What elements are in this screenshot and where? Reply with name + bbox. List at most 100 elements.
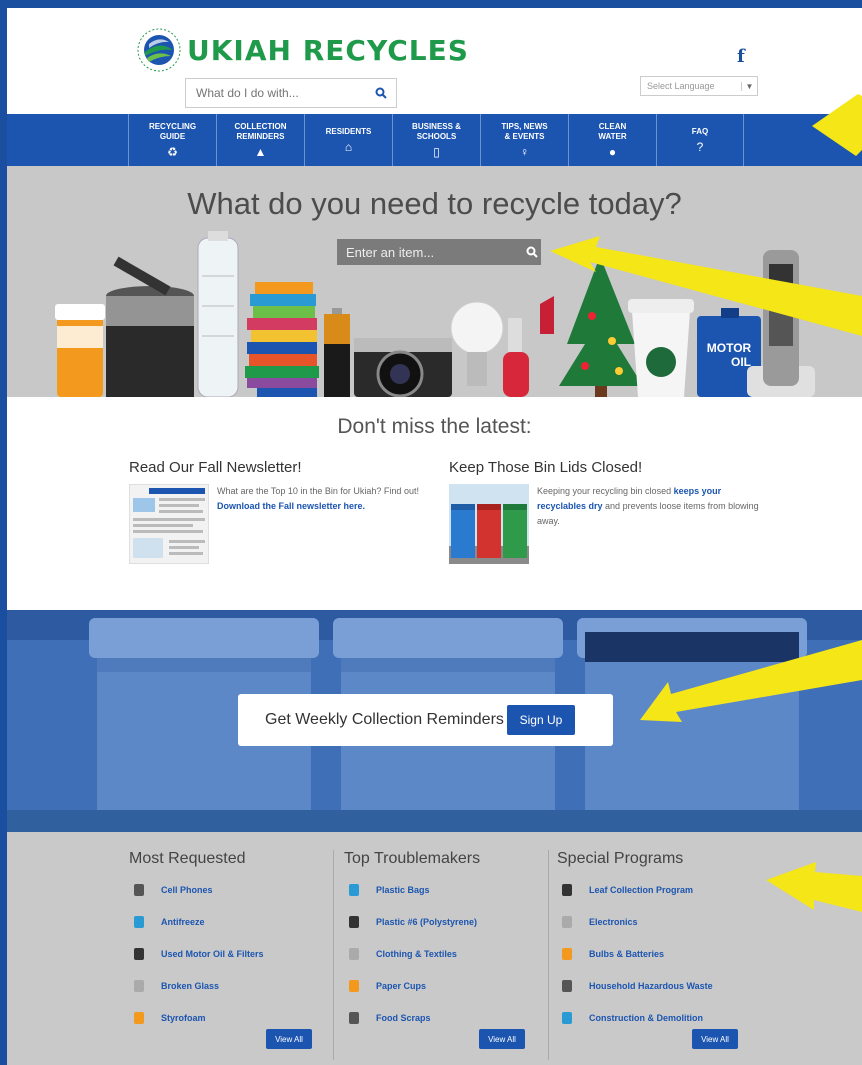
nav-label: COLLECTION REMINDERS: [234, 122, 287, 141]
news-card-bin-lids: Keep Those Bin Lids Closed! Keeping your…: [449, 459, 769, 564]
list-item-label[interactable]: Construction & Demolition: [589, 1013, 703, 1023]
list-item[interactable]: Antifreeze: [129, 906, 334, 938]
newsletter-download-link[interactable]: Download the Fall newsletter here.: [217, 501, 365, 511]
list-item-label[interactable]: Electronics: [589, 917, 638, 927]
list-item-label[interactable]: Bulbs & Batteries: [589, 949, 664, 959]
news-title[interactable]: Read Our Fall Newsletter!: [129, 459, 449, 476]
nav-label: RESIDENTS: [325, 127, 372, 136]
nav-item-business-schools[interactable]: BUSINESS & SCHOOLS ▯: [392, 114, 480, 166]
item-icon: [344, 944, 364, 964]
list-item[interactable]: Clothing & Textiles: [344, 938, 538, 970]
item-icon: [557, 1008, 577, 1028]
list-item-label[interactable]: Paper Cups: [376, 981, 426, 991]
nav-label: BUSINESS & SCHOOLS: [412, 122, 461, 141]
column-title: Top Troublemakers: [344, 850, 481, 867]
list-item-label[interactable]: Cell Phones: [161, 885, 213, 895]
item-search-input[interactable]: [337, 244, 522, 260]
collection-reminders-section: Get Weekly Collection Reminders Sign Up: [7, 610, 862, 832]
item-icon: [344, 912, 364, 932]
latest-news-section: Don't miss the latest: Read Our Fall New…: [7, 397, 862, 610]
home-icon: ⌂: [344, 140, 353, 154]
list-item-label[interactable]: Plastic Bags: [376, 885, 430, 895]
list-item-label[interactable]: Broken Glass: [161, 981, 219, 991]
nav-label: TIPS, NEWS & EVENTS: [501, 122, 548, 141]
item-icon: [129, 976, 149, 996]
list-item[interactable]: Broken Glass: [129, 970, 334, 1002]
view-all-button[interactable]: View All: [692, 1029, 738, 1049]
list-item[interactable]: Cell Phones: [129, 874, 334, 906]
header-search: [185, 78, 397, 108]
list-item-label[interactable]: Household Hazardous Waste: [589, 981, 713, 991]
list-item-label[interactable]: Leaf Collection Program: [589, 885, 693, 895]
news-card-newsletter: Read Our Fall Newsletter! What are the T…: [129, 459, 449, 564]
list-item[interactable]: Paper Cups: [344, 970, 538, 1002]
nav-item-faq[interactable]: FAQ?: [656, 114, 744, 166]
motor-oil-label: MOTOR: [707, 341, 752, 355]
item-icon: [557, 912, 577, 932]
nav-item-tips-news-events[interactable]: TIPS, NEWS & EVENTS ♀: [480, 114, 568, 166]
latest-title: Don't miss the latest:: [337, 415, 532, 438]
item-icon: [129, 880, 149, 900]
nav-item-collection-reminders[interactable]: COLLECTION REMINDERS ▲: [216, 114, 304, 166]
recyclable-items-illustration: MOTOR OIL: [55, 231, 815, 397]
site-header: UKIAH RECYCLES f Select Language ▼: [7, 8, 862, 114]
item-icon: [344, 976, 364, 996]
question-icon: ?: [696, 140, 704, 154]
item-icon: [557, 976, 577, 996]
svg-text:OIL: OIL: [731, 355, 751, 369]
language-select[interactable]: Select Language ▼: [640, 76, 758, 96]
nav-label: FAQ: [691, 127, 709, 136]
item-icon: [344, 1008, 364, 1028]
reminder-text: Get Weekly Collection Reminders: [265, 711, 504, 728]
list-item-label[interactable]: Clothing & Textiles: [376, 949, 457, 959]
list-item-label[interactable]: Used Motor Oil & Filters: [161, 949, 264, 959]
nav-label: RECYCLING GUIDE: [148, 122, 197, 141]
list-item[interactable]: Leaf Collection Program: [557, 874, 758, 906]
list-item-label[interactable]: Styrofoam: [161, 1013, 206, 1023]
nav-item-residents[interactable]: RESIDENTS ⌂: [304, 114, 392, 166]
hero-section: What do you need to recycle today? MOTOR…: [7, 166, 862, 397]
view-all-button[interactable]: View All: [479, 1029, 525, 1049]
search-icon[interactable]: [366, 79, 396, 107]
header-search-input[interactable]: [186, 79, 366, 107]
list-item[interactable]: Plastic Bags: [344, 874, 538, 906]
nav-label: CLEAN WATER: [598, 122, 627, 141]
main-nav: RECYCLING GUIDE ♻ COLLECTION REMINDERS ▲ RESID…: [7, 114, 862, 166]
item-icon: [129, 944, 149, 964]
search-icon[interactable]: [522, 239, 541, 265]
nav-item-recycling-guide[interactable]: RECYCLING GUIDE ♻: [128, 114, 216, 166]
facebook-icon[interactable]: f: [737, 46, 745, 67]
list-item[interactable]: Bulbs & Batteries: [557, 938, 758, 970]
item-icon: [129, 1008, 149, 1028]
building-icon: ▯: [433, 145, 440, 159]
sign-up-button[interactable]: Sign Up: [507, 705, 575, 735]
nav-item-clean-water[interactable]: CLEAN WATER ●: [568, 114, 656, 166]
bins-thumbnail[interactable]: [449, 484, 529, 564]
logo-emblem-icon: [137, 28, 181, 72]
list-item[interactable]: Household Hazardous Waste: [557, 970, 758, 1002]
list-item[interactable]: Used Motor Oil & Filters: [129, 938, 334, 970]
item-icon: [344, 880, 364, 900]
news-title[interactable]: Keep Those Bin Lids Closed!: [449, 459, 769, 476]
reminder-signup-box: Get Weekly Collection Reminders Sign Up: [238, 694, 613, 746]
list-item-label[interactable]: Food Scraps: [376, 1013, 431, 1023]
list-item-label[interactable]: Plastic #6 (Polystyrene): [376, 917, 477, 927]
chevron-down-icon: ▼: [741, 81, 757, 91]
column-title: Most Requested: [129, 850, 246, 867]
item-icon: [557, 880, 577, 900]
view-all-button[interactable]: View All: [266, 1029, 312, 1049]
list-item[interactable]: Electronics: [557, 906, 758, 938]
logo-text: UKIAH RECYCLES: [187, 33, 469, 67]
item-lists-section: Most Requested Cell Phones Antifreeze Used…: [7, 832, 862, 1065]
news-text: What are the Top 10 in the Bin for Ukiah…: [217, 486, 419, 511]
bell-icon: ▲: [254, 145, 267, 159]
list-item-label[interactable]: Antifreeze: [161, 917, 205, 927]
recycle-icon: ♻: [167, 145, 178, 159]
news-text: Keeping your recycling bin closed keeps …: [537, 486, 759, 526]
lightbulb-icon: ♀: [520, 145, 529, 159]
newsletter-thumbnail[interactable]: [129, 484, 209, 564]
list-item[interactable]: Plastic #6 (Polystyrene): [344, 906, 538, 938]
column-title: Special Programs: [557, 850, 684, 867]
language-select-value: Select Language: [647, 81, 715, 91]
site-logo[interactable]: UKIAH RECYCLES: [135, 26, 469, 74]
